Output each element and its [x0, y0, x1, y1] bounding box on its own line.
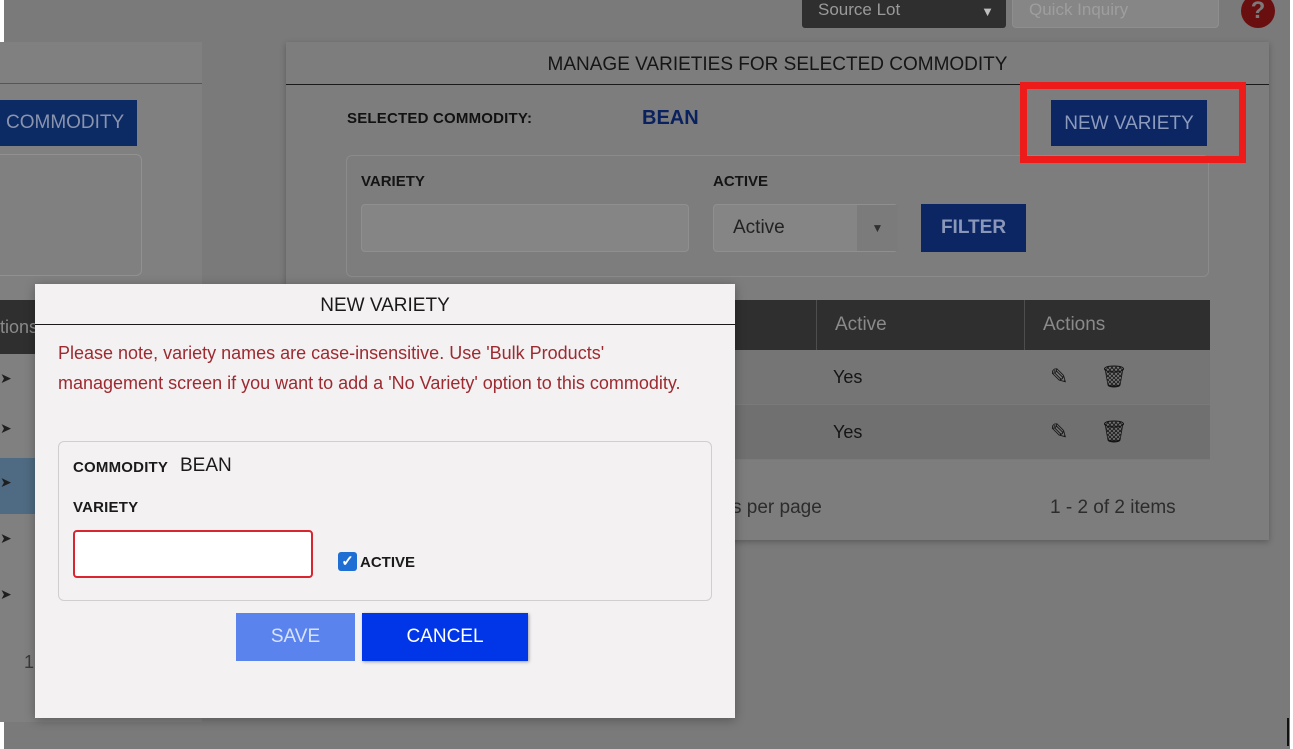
source-type-select[interactable]: Source Lot ▼ [802, 0, 1006, 28]
filter-button[interactable]: FILTER [921, 204, 1026, 252]
caret-down-icon: ▼ [981, 4, 994, 19]
row-arrow-icon: ➤ [0, 420, 12, 436]
checkmark-icon: ✓ [341, 553, 354, 570]
column-divider [816, 300, 817, 350]
actions-column-header-fragment: tions [0, 317, 39, 337]
trash-icon[interactable]: 🗑 [1100, 421, 1128, 443]
new-commodity-button-label: COMMODITY [6, 112, 125, 133]
annotation-highlight-box [1020, 82, 1246, 163]
commodity-pager-fragment: 1 [24, 652, 35, 672]
caret-down-icon: ▼ [857, 205, 898, 251]
commodity-label: COMMODITY [73, 459, 169, 476]
active-checkbox-label[interactable]: ACTIVE [360, 554, 415, 571]
cancel-button[interactable]: CANCEL [362, 613, 528, 661]
dialog-note: Please note, variety names are case-inse… [58, 343, 681, 393]
commodity-panel-header [0, 42, 202, 84]
column-header-actions: Actions [1043, 314, 1106, 335]
screen: Source Lot ▼ Quick Inquiry ? COMMODITY t… [0, 0, 1293, 749]
source-type-select-value: Source Lot [818, 0, 901, 19]
items-per-page-label: s per page [732, 497, 822, 518]
help-glyph: ? [1250, 0, 1266, 24]
active-cell: Yes [833, 367, 863, 387]
new-commodity-button[interactable]: COMMODITY [0, 100, 137, 146]
active-checkbox[interactable]: ✓ [338, 552, 357, 571]
new-variety-dialog: NEW VARIETY Please note, variety names a… [35, 284, 735, 718]
selected-commodity-label: SELECTED COMMODITY: [347, 110, 533, 127]
variety-name-input[interactable] [73, 530, 313, 578]
row-arrow-icon: ➤ [0, 370, 12, 386]
dialog-title: NEW VARIETY [35, 284, 735, 325]
pencil-icon[interactable]: ✎ [1050, 366, 1068, 388]
active-filter-select-value: Active [733, 217, 785, 238]
column-divider [1024, 300, 1025, 350]
trash-icon[interactable]: 🗑 [1100, 366, 1128, 388]
variety-label: VARIETY [73, 499, 139, 516]
pager-item-count: 1 - 2 of 2 items [1050, 497, 1176, 518]
commodity-filter-box [0, 154, 142, 276]
active-filter-label: ACTIVE [713, 173, 769, 190]
variety-filter-label: VARIETY [361, 173, 425, 190]
selected-commodity-value: BEAN [642, 107, 699, 129]
row-arrow-icon: ➤ [0, 530, 12, 546]
dialog-form-box: COMMODITY BEAN VARIETY ✓ ACTIVE [58, 441, 712, 601]
quick-inquiry-input[interactable]: Quick Inquiry [1012, 0, 1219, 28]
active-filter-select[interactable]: Active ▼ [713, 204, 898, 252]
row-arrow-icon: ➤ [0, 586, 12, 602]
save-button[interactable]: SAVE [236, 613, 355, 661]
row-arrow-icon: ➤ [0, 474, 12, 490]
active-cell: Yes [833, 422, 863, 442]
variety-filter-input[interactable] [361, 204, 689, 252]
quick-inquiry-placeholder: Quick Inquiry [1029, 0, 1129, 19]
text-cursor-icon [1287, 718, 1289, 746]
column-header-active[interactable]: Active [835, 300, 887, 350]
pencil-icon[interactable]: ✎ [1050, 421, 1068, 443]
commodity-value: BEAN [180, 455, 232, 476]
panel-title: MANAGE VARIETIES FOR SELECTED COMMODITY [286, 42, 1269, 85]
